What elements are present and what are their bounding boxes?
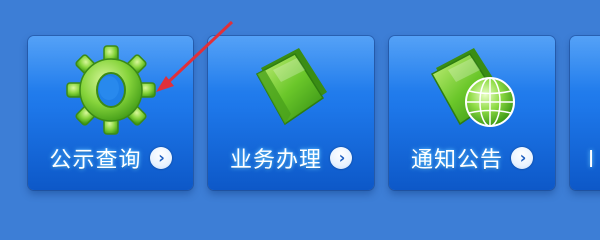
tile-partial[interactable]: l [570,36,600,190]
tile-notice-announcement[interactable]: 通知公告 › [389,36,555,190]
tile-label: 业务办理 [229,148,322,173]
globe-folder-icon [424,40,520,136]
tile-label-row: 公示查询 › [28,140,193,176]
tile-label-row: 业务办理 › [208,140,374,176]
gear-icon [63,40,159,136]
tile-business-handling[interactable]: 业务办理 › [208,36,374,190]
chevron-right-icon[interactable]: › [149,147,172,169]
tile-label: 公示查询 [49,148,142,173]
tile-label-partial: l [588,148,595,173]
tile-label: 通知公告 [410,148,503,173]
chevron-right-icon[interactable]: › [511,147,533,169]
chevron-right-icon[interactable]: › [330,147,352,169]
tile-label-row: 通知公告 › [389,140,555,176]
tile-public-inquiry[interactable]: 公示查询 › [28,36,193,190]
folder-icon [243,40,339,136]
